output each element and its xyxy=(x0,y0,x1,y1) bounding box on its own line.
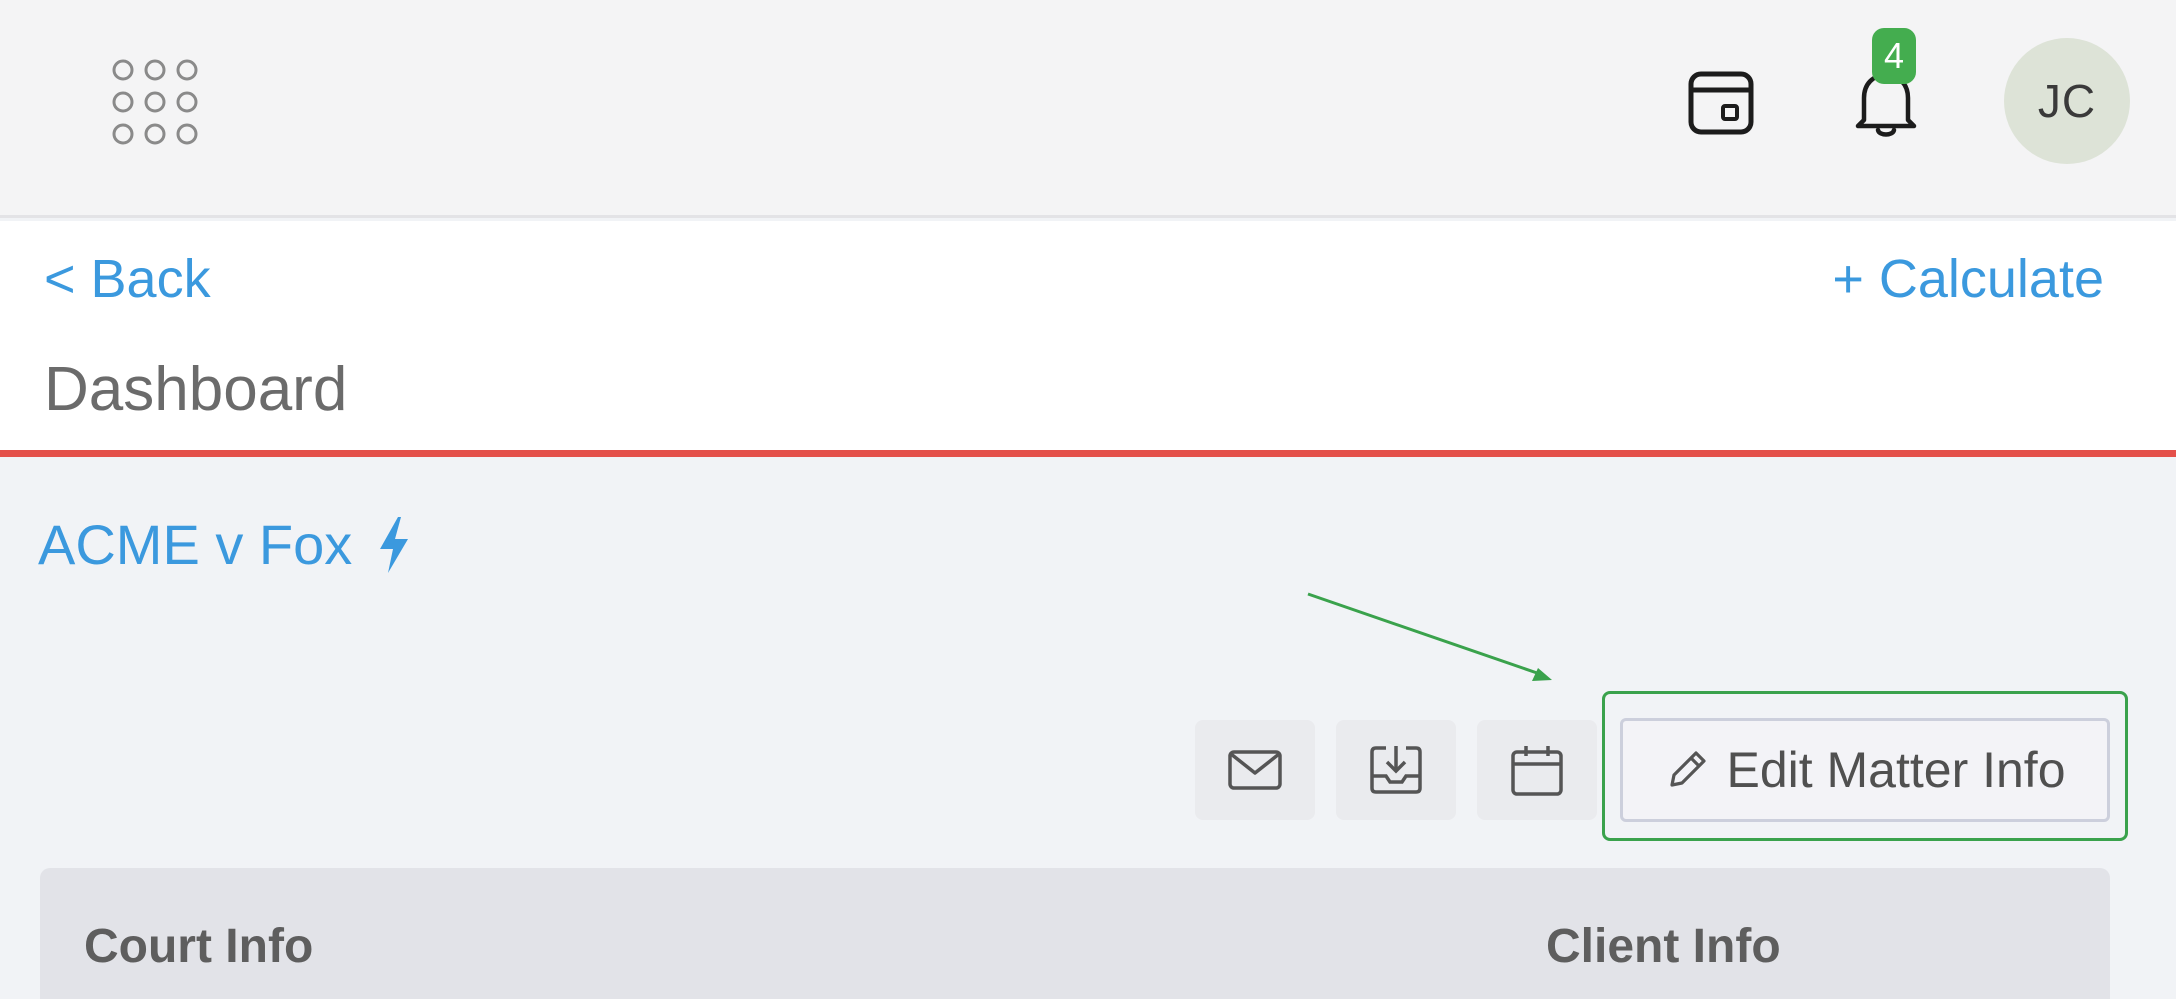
court-info-heading: Court Info xyxy=(84,920,314,973)
edit-matter-info-button[interactable]: Edit Matter Info xyxy=(1620,718,2110,822)
page-title: Dashboard xyxy=(44,355,348,424)
calendar-box-icon[interactable] xyxy=(1686,68,1756,138)
notification-count-badge: 4 xyxy=(1872,28,1916,84)
pencil-icon xyxy=(1670,751,1707,787)
download-tray-icon xyxy=(1370,746,1422,794)
back-link[interactable]: < Back xyxy=(44,244,211,314)
calendar-button[interactable] xyxy=(1477,720,1597,820)
info-panel xyxy=(40,868,2110,999)
annotation-arrow xyxy=(1307,592,1552,681)
calendar-icon xyxy=(1511,746,1563,796)
client-info-heading: Client Info xyxy=(1546,920,1781,973)
calculate-link[interactable]: + Calculate xyxy=(1832,244,2104,314)
edit-matter-info-label: Edit Matter Info xyxy=(1726,742,2066,798)
matter-title-link[interactable]: ACME v Fox xyxy=(38,505,414,585)
lightning-bolt-icon xyxy=(380,517,409,573)
user-avatar[interactable]: JC xyxy=(2004,38,2130,164)
matter-title: ACME v Fox xyxy=(38,513,353,576)
mail-icon xyxy=(1228,750,1282,790)
download-button[interactable] xyxy=(1336,720,1456,820)
email-button[interactable] xyxy=(1195,720,1315,820)
grid-dots-icon[interactable] xyxy=(110,57,200,147)
